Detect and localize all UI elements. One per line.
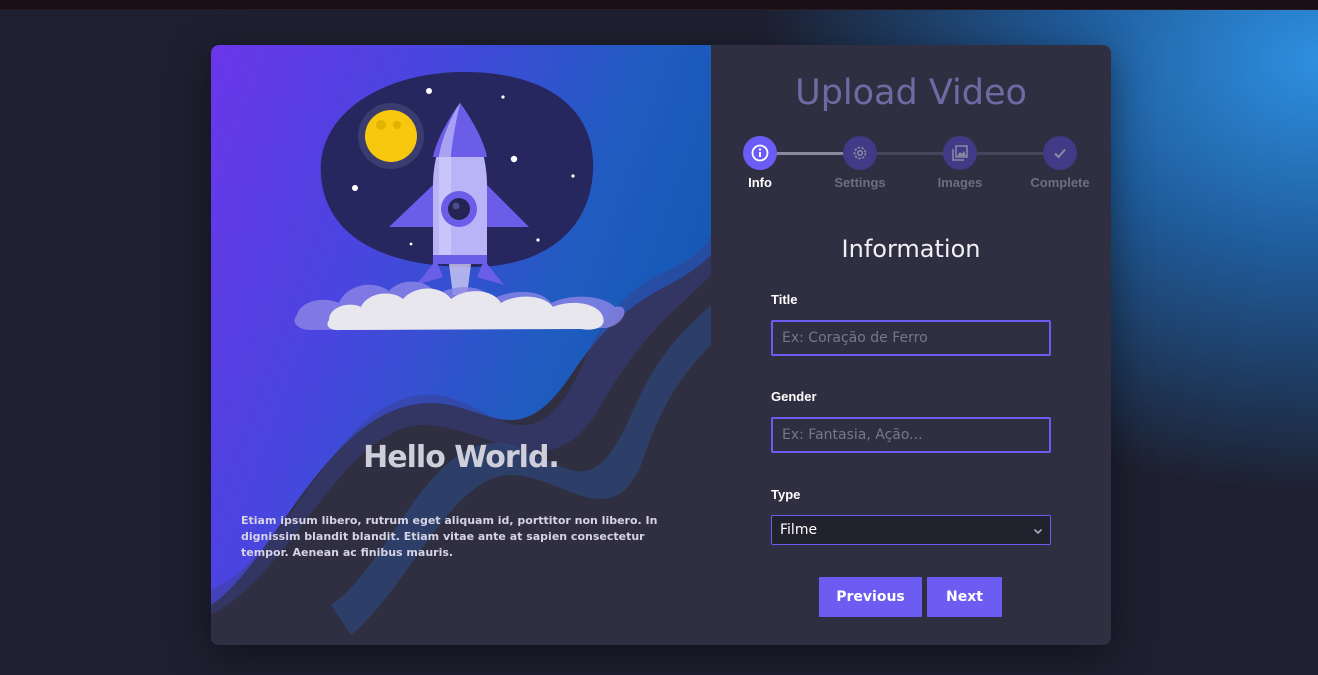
hero-heading: Hello World. [363, 440, 560, 475]
previous-button[interactable]: Previous [819, 577, 922, 617]
gender-label: Gender [771, 389, 817, 404]
type-select-value: Filme [780, 522, 818, 538]
check-icon [1043, 136, 1077, 170]
form-panel: Upload Video Info Settings Images Comple… [711, 45, 1111, 645]
info-icon [743, 136, 777, 170]
gear-icon [843, 136, 877, 170]
type-label: Type [771, 487, 801, 502]
stepper: Info Settings Images Complete [711, 136, 1111, 196]
step-info[interactable]: Info [715, 136, 805, 190]
section-title: Information [841, 235, 981, 263]
step-settings[interactable]: Settings [815, 136, 905, 190]
step-label: Images [937, 175, 983, 190]
step-label: Info [748, 175, 772, 190]
step-complete[interactable]: Complete [1015, 136, 1105, 190]
type-select[interactable]: Filme [771, 515, 1051, 545]
hero-description: Etiam ipsum libero, rutrum eget aliquam … [241, 514, 658, 559]
moon-icon [358, 103, 424, 169]
upload-card: Hello World. Etiam ipsum libero, rutrum … [211, 45, 1111, 645]
step-images[interactable]: Images [915, 136, 1005, 190]
gender-input[interactable] [771, 417, 1051, 453]
page-title: Upload Video [795, 73, 1027, 113]
next-button[interactable]: Next [927, 577, 1002, 617]
browser-top-bar [0, 0, 1318, 10]
title-input[interactable] [771, 320, 1051, 356]
step-label: Settings [834, 175, 886, 190]
images-icon [943, 136, 977, 170]
step-label: Complete [1030, 175, 1090, 190]
chevron-down-icon [1032, 524, 1044, 542]
title-label: Title [771, 292, 798, 307]
clouds [294, 281, 625, 331]
hero-panel: Hello World. Etiam ipsum libero, rutrum … [211, 45, 711, 645]
